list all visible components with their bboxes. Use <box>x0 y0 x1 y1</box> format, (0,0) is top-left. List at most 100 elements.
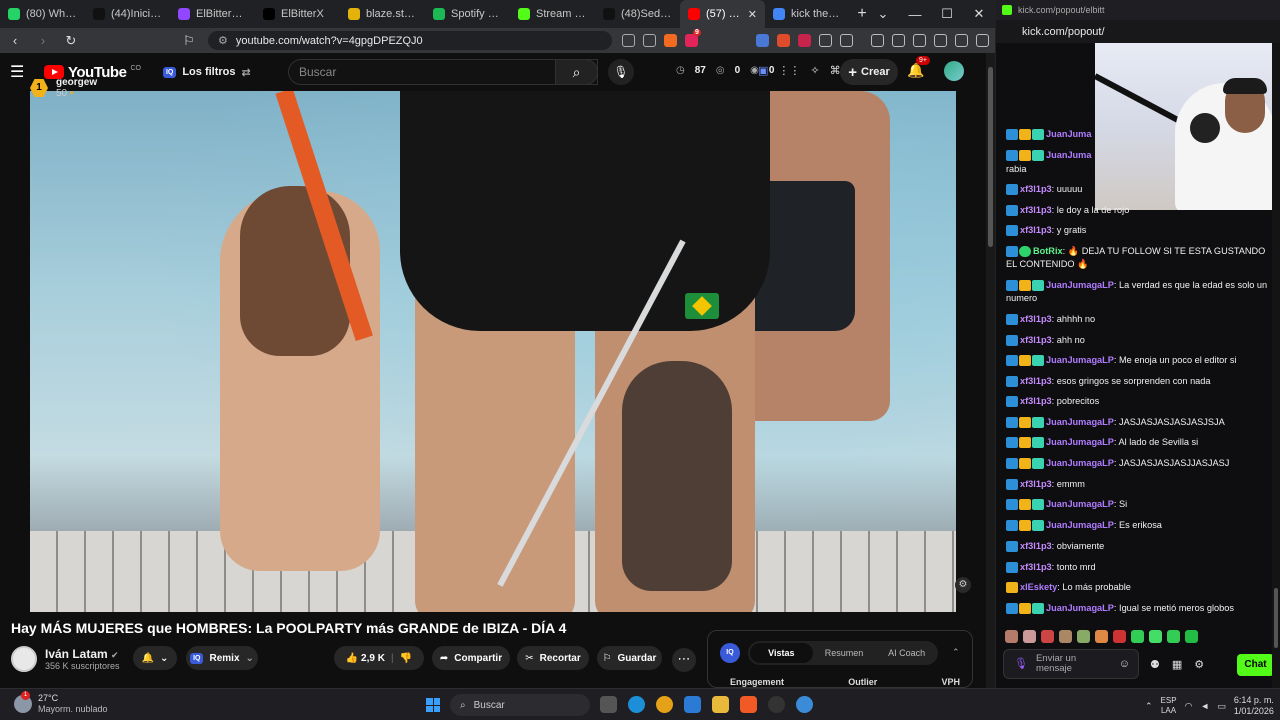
emote-icon[interactable] <box>1149 630 1162 643</box>
chat-scrollbar-thumb[interactable] <box>1274 588 1278 648</box>
file-explorer-icon[interactable] <box>712 696 729 713</box>
install-icon[interactable] <box>622 34 635 47</box>
sidebar-icon[interactable] <box>913 34 926 47</box>
chat-username[interactable]: JuanJumagaLP <box>1046 417 1114 427</box>
settings-gear-icon[interactable]: ⚙ <box>1194 658 1204 671</box>
channel-name[interactable]: Iván Latam ✔ <box>45 647 120 661</box>
remix-button[interactable]: IQ Remix ⌄ <box>186 646 258 670</box>
browser-tab[interactable]: (48)SeduceLa <box>595 0 680 28</box>
translate-icon[interactable] <box>756 34 769 47</box>
bookmark-icon[interactable]: ⚐ <box>180 33 198 49</box>
chat-tool-icon[interactable]: ⌘ <box>830 64 841 77</box>
back-button[interactable]: ‹ <box>6 33 24 48</box>
tab-search-icon[interactable] <box>840 34 853 47</box>
maximize-button[interactable]: ☐ <box>931 6 963 22</box>
chrome-icon[interactable] <box>656 696 673 713</box>
chat-username[interactable]: xf3l1p3 <box>1020 376 1052 386</box>
send-chat-button[interactable]: Chat <box>1237 654 1274 676</box>
taskbar-search[interactable]: ⌕ Buscar <box>450 694 590 716</box>
collapse-chevron-icon[interactable]: ⌃ <box>952 647 960 658</box>
browser-tab[interactable]: ElBitterX - Twi <box>170 0 255 28</box>
chat-username[interactable]: JuanJumagaLP <box>1046 520 1114 530</box>
app-icon-blue[interactable] <box>796 696 813 713</box>
tray-chevron-icon[interactable]: ⌃ <box>1145 701 1153 712</box>
browser-tab[interactable]: blaze.stream/s <box>340 0 425 28</box>
chat-username[interactable]: JuanJuma <box>1046 129 1091 139</box>
emote-icon[interactable] <box>1041 630 1054 643</box>
music-icon[interactable] <box>871 34 884 47</box>
site-info-icon[interactable]: ⚙ <box>218 34 228 47</box>
chat-username[interactable]: xf3l1p3 <box>1020 479 1052 489</box>
chat-username[interactable]: JuanJumagaLP <box>1046 603 1114 613</box>
microphone-icon[interactable]: 🎙 <box>1014 659 1028 670</box>
extension-icon-red[interactable] <box>777 34 790 47</box>
share-button[interactable]: ➦ Compartir <box>432 646 510 670</box>
puzzle-icon[interactable] <box>819 34 832 47</box>
browser-tab[interactable]: kick the rules <box>765 0 850 28</box>
close-window-button[interactable]: ✕ <box>963 6 995 22</box>
task-view-icon[interactable] <box>600 696 617 713</box>
chat-username[interactable]: xf3l1p3 <box>1020 314 1052 324</box>
browser-tab[interactable]: Spotify – Anu <box>425 0 510 28</box>
scrollbar-thumb[interactable] <box>988 67 993 247</box>
player-settings-icon[interactable]: ⚙ <box>955 577 971 593</box>
browser-tab[interactable]: ElBitterX <box>255 0 340 28</box>
chat-username[interactable]: xf3l1p3 <box>1020 225 1052 235</box>
tab-ai-coach[interactable]: AI Coach <box>875 648 938 658</box>
clock[interactable]: 6:14 p. m. 1/01/2026 <box>1234 695 1274 717</box>
store-icon[interactable] <box>684 696 701 713</box>
share-icon[interactable] <box>643 34 656 47</box>
chat-input[interactable]: 🎙 Enviar un mensaje ☺ <box>1003 649 1139 679</box>
chat-username[interactable]: xlEskety <box>1020 582 1057 592</box>
volume-icon[interactable]: ◄ <box>1200 701 1209 711</box>
extension-icon-m[interactable] <box>798 34 811 47</box>
clip-button[interactable]: ✂ Recortar <box>517 646 589 670</box>
reload-button[interactable]: ↻ <box>62 33 80 49</box>
like-button[interactable]: 👍 2,9 K <box>346 653 385 664</box>
menu-icon[interactable] <box>976 34 989 47</box>
kick-url-bar[interactable]: kick.com/popout/ <box>996 20 1280 43</box>
gift-icon[interactable]: ▦ <box>1172 658 1182 671</box>
chat-username[interactable]: JuanJumagaLP <box>1046 499 1114 509</box>
chat-username[interactable]: xf3l1p3 <box>1020 335 1052 345</box>
grid-icon[interactable]: ⋮⋮ <box>778 64 800 77</box>
more-actions-button[interactable]: ⋯ <box>672 648 696 672</box>
chat-username[interactable]: JuanJumagaLP <box>1046 355 1114 365</box>
chevron-down-icon[interactable]: ⌄ <box>867 6 899 22</box>
vpn-icon[interactable] <box>955 34 968 47</box>
app-icon-dark[interactable] <box>768 696 785 713</box>
page-scrollbar[interactable] <box>986 53 995 688</box>
subscription-bell-button[interactable]: 🔔 ⌄ <box>133 646 177 670</box>
brave-rewards-icon[interactable]: 9 <box>685 29 701 47</box>
wifi-icon[interactable]: ◠ <box>1185 701 1193 712</box>
battery-icon[interactable]: ▭ <box>1217 701 1226 712</box>
chat-username[interactable]: BotRix <box>1033 246 1063 256</box>
save-button[interactable]: ⚐ Guardar <box>597 646 662 670</box>
leo-icon[interactable] <box>934 34 947 47</box>
tab-resumen[interactable]: Resumen <box>813 648 876 658</box>
start-button-windows-icon[interactable] <box>426 698 440 712</box>
edge-icon[interactable] <box>628 696 645 713</box>
emote-icon[interactable] <box>1077 630 1090 643</box>
browser-tab[interactable]: (44)Iniciando <box>85 0 170 28</box>
search-button[interactable]: ⌕ <box>555 59 598 85</box>
brave-icon[interactable] <box>740 696 757 713</box>
chat-username[interactable]: JuanJumagaLP <box>1046 437 1114 447</box>
url-input[interactable]: ⚙ youtube.com/watch?v=4gpgDPEZQJ0 <box>208 31 612 50</box>
emote-icon[interactable] <box>1167 630 1180 643</box>
bulb-icon[interactable]: ✧ <box>810 64 819 77</box>
users-icon[interactable]: ⚉ <box>1150 658 1160 671</box>
minimize-button[interactable]: — <box>899 7 931 22</box>
emote-icon[interactable] <box>1023 630 1036 643</box>
language-indicator[interactable]: ESP LAA <box>1161 696 1177 716</box>
chat-username[interactable]: xf3l1p3 <box>1020 396 1052 406</box>
chat-username[interactable]: xf3l1p3 <box>1020 205 1052 215</box>
chat-username[interactable]: JuanJumagaLP <box>1046 280 1114 290</box>
chat-username[interactable]: xf3l1p3 <box>1020 541 1052 551</box>
chat-username[interactable]: xf3l1p3 <box>1020 184 1052 194</box>
search-input[interactable]: Buscar <box>288 59 598 85</box>
create-button[interactable]: + Crear <box>840 59 898 85</box>
chat-username[interactable]: JuanJumagaLP <box>1046 458 1114 468</box>
emote-icon[interactable] <box>1059 630 1072 643</box>
chat-username[interactable]: JuanJuma <box>1046 150 1091 160</box>
